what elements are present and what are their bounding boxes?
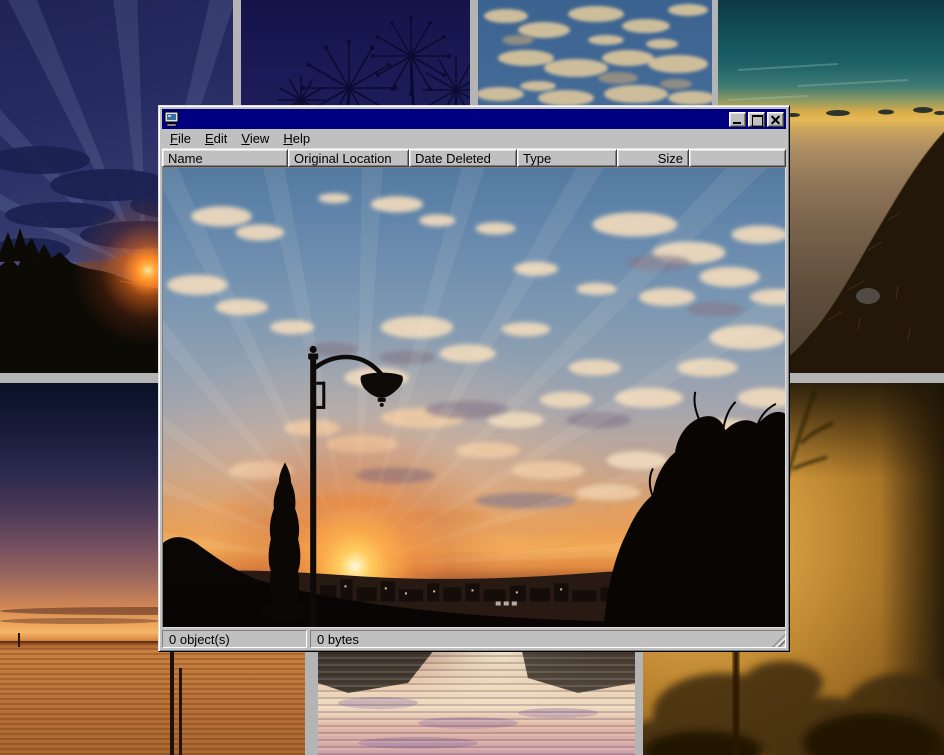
silhouette-layer (163, 168, 785, 628)
menu-bar: File Edit View Help (162, 129, 786, 149)
column-header-row: Name Original Location Date Deleted Type… (162, 149, 786, 167)
column-header-date-deleted[interactable]: Date Deleted (409, 149, 517, 167)
close-button[interactable] (767, 112, 784, 127)
column-header-blank[interactable] (689, 149, 786, 167)
status-bar: 0 object(s) 0 bytes (162, 628, 786, 648)
menu-help[interactable]: Help (276, 129, 317, 148)
menu-view[interactable]: View (234, 129, 276, 148)
computer-icon[interactable] (164, 111, 180, 127)
recycle-bin-window: File Edit View Help Name Original Locati… (158, 105, 790, 652)
column-header-size[interactable]: Size (617, 149, 689, 167)
column-header-type[interactable]: Type (517, 149, 617, 167)
menu-edit[interactable]: Edit (198, 129, 234, 148)
window-titlebar[interactable] (162, 109, 786, 129)
file-list-area[interactable] (162, 167, 786, 628)
status-total-size: 0 bytes (310, 630, 786, 648)
column-header-name[interactable]: Name (162, 149, 288, 167)
column-header-original-location[interactable]: Original Location (288, 149, 409, 167)
status-object-count: 0 object(s) (162, 630, 307, 648)
menu-file[interactable]: File (163, 129, 198, 148)
maximize-button[interactable] (748, 112, 765, 127)
minimize-button[interactable] (729, 112, 746, 127)
